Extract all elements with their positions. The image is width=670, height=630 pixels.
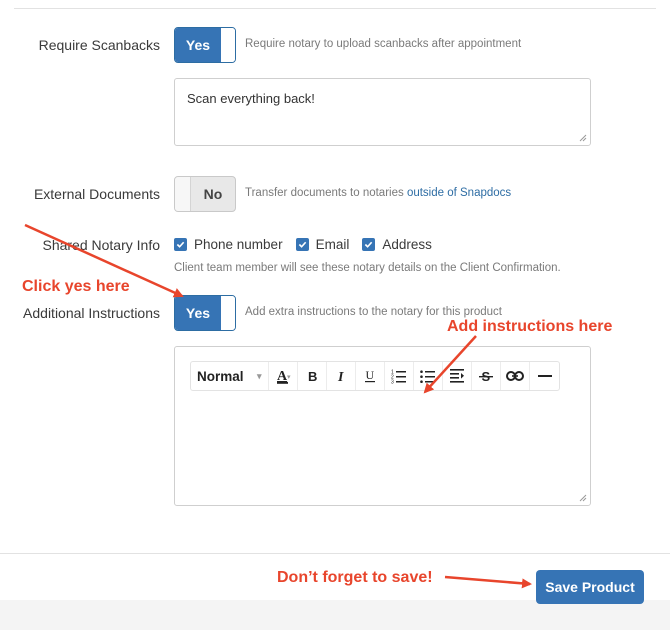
font-color-icon[interactable]: A ▾ bbox=[269, 362, 298, 390]
svg-text:I: I bbox=[337, 370, 344, 383]
bold-icon[interactable]: B bbox=[298, 362, 327, 390]
italic-icon[interactable]: I bbox=[327, 362, 356, 390]
address-label: Address bbox=[382, 237, 432, 252]
external-documents-hint: Transfer documents to notaries outside o… bbox=[245, 187, 511, 199]
phone-number-label: Phone number bbox=[194, 237, 283, 252]
phone-number-option[interactable]: Phone number bbox=[174, 237, 283, 252]
scanbacks-instructions-textarea[interactable]: Scan everything back! bbox=[174, 78, 591, 146]
format-select[interactable]: Normal ▾ bbox=[191, 362, 269, 390]
require-scanbacks-hint: Require notary to upload scanbacks after… bbox=[245, 38, 522, 50]
indent-icon[interactable] bbox=[443, 362, 472, 390]
svg-text:U: U bbox=[366, 368, 375, 382]
toggle-knob bbox=[175, 177, 191, 211]
svg-text:3: 3 bbox=[391, 380, 394, 385]
additional-instructions-label: Additional Instructions bbox=[23, 305, 160, 321]
editor-toolbar: Normal ▾ A ▾ B I U 123 S bbox=[190, 361, 560, 391]
toggle-knob bbox=[221, 296, 235, 330]
svg-text:▾: ▾ bbox=[287, 374, 291, 381]
external-documents-hint-text: Transfer documents to notaries bbox=[245, 187, 407, 199]
outside-snapdocs-link[interactable]: outside of Snapdocs bbox=[407, 187, 511, 199]
ordered-list-icon[interactable]: 123 bbox=[385, 362, 414, 390]
checkbox-checked-icon[interactable] bbox=[174, 238, 187, 251]
shared-notary-info-label: Shared Notary Info bbox=[42, 237, 160, 253]
resize-grip-icon[interactable] bbox=[577, 132, 587, 142]
toggle-value: Yes bbox=[175, 28, 221, 62]
scanbacks-instructions-text: Scan everything back! bbox=[187, 91, 315, 106]
format-select-value: Normal bbox=[197, 368, 244, 384]
annotation-add-instructions: Add instructions here bbox=[447, 318, 613, 335]
additional-instructions-hint: Add extra instructions to the notary for… bbox=[245, 306, 502, 318]
additional-instructions-toggle[interactable]: Yes bbox=[174, 295, 236, 331]
footer-divider bbox=[0, 553, 670, 554]
resize-grip-icon[interactable] bbox=[577, 492, 587, 502]
require-scanbacks-toggle[interactable]: Yes bbox=[174, 27, 236, 63]
annotation-click-yes: Click yes here bbox=[22, 278, 130, 295]
email-option[interactable]: Email bbox=[295, 237, 350, 252]
checkbox-checked-icon[interactable] bbox=[362, 238, 376, 251]
toggle-value: Yes bbox=[175, 296, 221, 330]
chevron-down-icon: ▾ bbox=[257, 370, 262, 381]
strikethrough-icon[interactable]: S bbox=[472, 362, 501, 390]
arrow-to-save bbox=[444, 575, 532, 589]
address-option[interactable]: Address bbox=[362, 237, 432, 252]
underline-icon[interactable]: U bbox=[356, 362, 385, 390]
save-product-button[interactable]: Save Product bbox=[536, 570, 644, 604]
shared-notary-info-hint: Client team member will see these notary… bbox=[174, 262, 561, 274]
link-icon[interactable] bbox=[501, 362, 530, 390]
checkbox-checked-icon[interactable] bbox=[295, 238, 309, 251]
toggle-value: No bbox=[203, 186, 223, 202]
footer-background bbox=[0, 600, 670, 630]
bullet-list-icon[interactable] bbox=[414, 362, 443, 390]
external-documents-toggle[interactable]: No bbox=[174, 176, 236, 212]
horizontal-rule-icon[interactable] bbox=[530, 362, 559, 390]
top-divider bbox=[14, 8, 656, 9]
external-documents-label: External Documents bbox=[33, 186, 160, 202]
email-label: Email bbox=[315, 237, 350, 252]
toggle-knob bbox=[221, 28, 235, 62]
annotation-dont-forget: Don’t forget to save! bbox=[277, 569, 433, 586]
shared-notary-info-options: Phone number Email Address bbox=[174, 237, 445, 252]
require-scanbacks-label: Require Scanbacks bbox=[38, 37, 160, 53]
svg-text:B: B bbox=[308, 369, 317, 383]
